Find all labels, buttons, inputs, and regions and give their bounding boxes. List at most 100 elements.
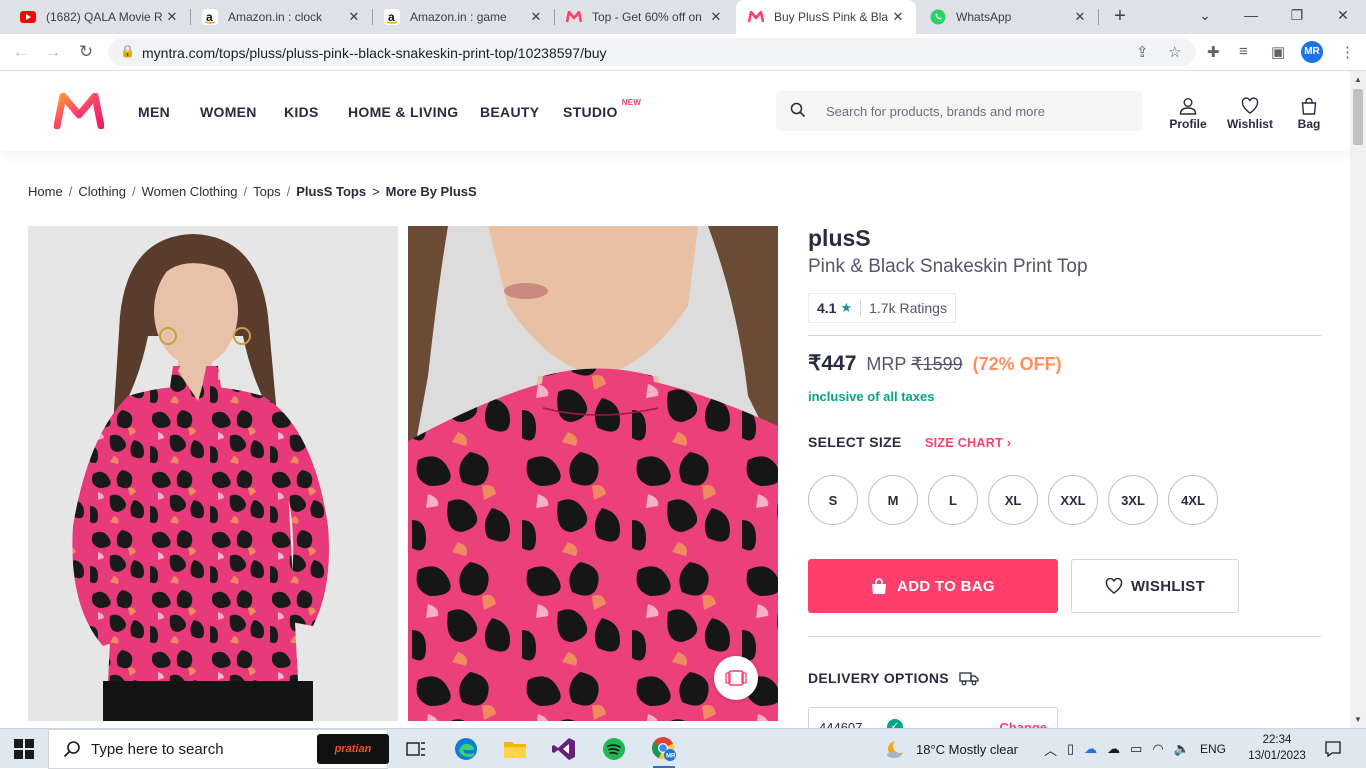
price-row: ₹447 MRP ₹1599 (72% OFF) [808,351,1062,376]
forward-icon[interactable]: → [43,42,63,62]
edge-icon[interactable] [452,735,480,763]
extensions-icon[interactable]: ✚ [1207,43,1220,61]
breadcrumb-item[interactable]: Women Clothing [142,184,238,199]
wishlist-button[interactable]: WISHLIST [1071,559,1239,613]
size-chart-link[interactable]: SIZE CHART › [925,436,1011,450]
pincode-field[interactable]: 444607 ✓ Change [808,707,1058,728]
close-window-button[interactable]: ✕ [1320,0,1366,30]
back-icon[interactable]: ← [11,42,31,62]
chevron-up-icon[interactable]: ︿ [1044,740,1057,759]
size-button[interactable]: 3XL [1108,475,1158,525]
nav-beauty[interactable]: BEAUTY [480,104,539,120]
visual-studio-icon[interactable] [550,735,578,763]
tab-title: Buy PlusS Pink & Black [774,10,888,24]
task-view-icon[interactable] [402,735,430,763]
nav-women[interactable]: WOMEN [200,104,257,120]
tab-search-button[interactable]: ⌄ [1182,0,1228,30]
nav-studio[interactable]: STUDIONEW [563,98,641,120]
scroll-down-icon[interactable]: ▼ [1354,715,1362,724]
close-tab-icon[interactable]: ✕ [526,9,546,25]
nav-men[interactable]: MEN [138,104,170,120]
discount-label: (72% OFF) [972,354,1062,374]
restore-button[interactable]: ❐ [1274,0,1320,30]
scroll-up-icon[interactable]: ▲ [1354,75,1362,84]
select-size-label: SELECT SIZE [808,434,902,450]
scrollbar-thumb[interactable] [1353,89,1363,145]
profile-action[interactable]: Profile [1161,97,1215,131]
onedrive-icon[interactable]: ☁ [1084,741,1097,757]
search-highlight-promo[interactable]: pratian [317,734,389,764]
browser-tab[interactable]: (1682) QALA Movie Re ✕ [8,0,190,34]
search-icon[interactable] [790,102,806,118]
nav-studio-label: STUDIO [563,104,618,120]
address-bar[interactable]: 🔒 myntra.com/tops/pluss/pluss-pink--blac… [108,38,1196,66]
change-pincode-link[interactable]: Change [999,720,1047,728]
breadcrumb-item[interactable]: Tops [253,184,280,199]
wifi-icon[interactable]: ◠ [1152,741,1163,757]
new-badge: NEW [621,98,642,108]
size-button[interactable]: L [928,475,978,525]
volume-icon[interactable]: 🔈 [1174,741,1190,757]
nav-kids[interactable]: KIDS [284,104,319,120]
wishlist-action[interactable]: Wishlist [1223,97,1277,131]
close-tab-icon[interactable]: ✕ [162,9,182,25]
notifications-icon[interactable] [1324,729,1342,769]
language-indicator[interactable]: ENG [1200,742,1226,756]
search-box [776,91,1142,131]
product-image[interactable] [28,226,398,721]
size-button[interactable]: M [868,475,918,525]
view-similar-button[interactable] [714,656,758,700]
weather-widget[interactable]: 18°C Mostly clear [884,729,1018,769]
share-icon[interactable]: ⇪ [1136,43,1149,61]
myntra-logo[interactable] [54,93,104,129]
media-control-icon[interactable]: ≡ [1239,43,1248,60]
breadcrumb-item[interactable]: Home [28,184,63,199]
breadcrumb-item[interactable]: More By PlusS [386,184,477,199]
reload-icon[interactable]: ↻ [76,42,96,62]
close-tab-icon[interactable]: ✕ [1070,9,1090,25]
product-image[interactable] [408,226,778,721]
close-tab-icon[interactable]: ✕ [888,9,908,25]
browser-tab[interactable]: WhatsApp ✕ [918,0,1098,34]
profile-label: Profile [1169,117,1207,131]
new-tab-button[interactable]: + [1108,4,1132,28]
size-button[interactable]: 4XL [1168,475,1218,525]
file-explorer-icon[interactable] [501,735,529,763]
chrome-icon[interactable]: MR [650,735,678,768]
menu-icon[interactable]: ⋮ [1340,43,1355,61]
delivery-options-heading: DELIVERY OPTIONS [808,670,979,686]
whatsapp-icon [930,9,946,25]
spotify-icon[interactable] [600,735,628,763]
bookmark-star-icon[interactable]: ☆ [1168,43,1181,61]
browser-tab[interactable]: a Amazon.in : clock ✕ [190,0,372,34]
search-icon [63,741,80,758]
nav-home-living[interactable]: HOME & LIVING [348,104,458,120]
profile-avatar[interactable]: MR [1301,41,1323,63]
breadcrumb-item[interactable]: Clothing [78,184,126,199]
rating-badge[interactable]: 4.1 ★ 1.7k Ratings [808,293,956,323]
taskbar-clock[interactable]: 22:34 13/01/2023 [1245,732,1309,764]
tab-title: Amazon.in : clock [228,10,323,24]
close-tab-icon[interactable]: ✕ [344,9,364,25]
add-to-bag-button[interactable]: ADD TO BAG [808,559,1058,613]
close-tab-icon[interactable]: ✕ [706,9,726,25]
size-button[interactable]: S [808,475,858,525]
weather-text: 18°C Mostly clear [916,741,1019,757]
browser-tab[interactable]: Top - Get 60% off on M ✕ [554,0,734,34]
device-icon[interactable]: ▯ [1067,741,1074,757]
breadcrumb-item[interactable]: PlusS Tops [296,184,366,199]
size-button[interactable]: XL [988,475,1038,525]
page-scrollbar[interactable]: ▲ ▼ [1350,71,1366,728]
battery-icon[interactable]: ▭ [1130,741,1142,757]
taskbar-search[interactable]: Type here to search pratian [48,729,389,769]
search-input[interactable] [826,91,1126,131]
browser-tab[interactable]: a Amazon.in : game ✕ [372,0,554,34]
cloud-icon[interactable]: ☁ [1107,741,1120,757]
windows-start-icon[interactable] [14,739,34,759]
browser-tab-active[interactable]: Buy PlusS Pink & Black ✕ [736,0,916,34]
size-button[interactable]: XXL [1048,475,1098,525]
bag-action[interactable]: Bag [1282,97,1336,131]
side-panel-icon[interactable]: ▣ [1271,43,1285,61]
selling-price: ₹447 [808,352,857,375]
minimize-button[interactable]: — [1228,0,1274,30]
